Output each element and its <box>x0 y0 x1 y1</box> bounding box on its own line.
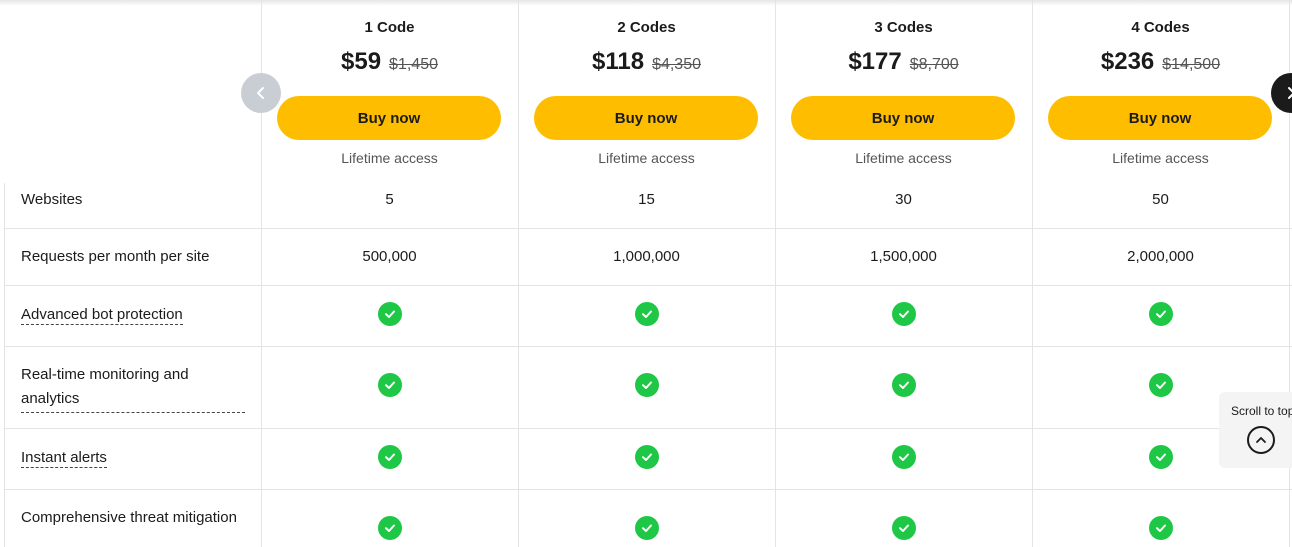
lifetime-access-label: Lifetime access <box>1112 150 1209 166</box>
chevron-left-icon <box>257 87 264 99</box>
plan-column-header: 2 Codes $118 $4,350 Buy now Lifetime acc… <box>518 0 775 183</box>
plan-name: 4 Codes <box>1131 19 1190 36</box>
price-line: $177 $8,700 <box>775 48 1032 76</box>
price: $59 <box>341 48 382 75</box>
buy-now-button[interactable]: Buy now <box>534 96 758 140</box>
check-circle-icon <box>1149 445 1173 469</box>
old-price: $14,500 <box>1162 56 1221 73</box>
price: $236 <box>1100 48 1155 75</box>
buy-now-button[interactable]: Buy now <box>791 96 1015 140</box>
plan-column-header: 1 Code $59 $1,450 Buy now Lifetime acces… <box>261 0 518 183</box>
check-circle-icon <box>1149 373 1173 397</box>
table-cell: 1,500,000 <box>870 248 937 265</box>
check-circle-icon <box>1149 516 1173 540</box>
check-circle-icon <box>378 373 402 397</box>
row-divider <box>4 228 1292 229</box>
buy-now-button[interactable]: Buy now <box>277 96 501 140</box>
table-cell: 30 <box>895 191 912 208</box>
old-price: $8,700 <box>909 56 959 73</box>
plan-column-header: 4 Codes $236 $14,500 Buy now Lifetime ac… <box>1032 0 1289 183</box>
chevron-right-icon <box>1288 87 1292 99</box>
scroll-to-top-label: Scroll to top <box>1231 404 1292 418</box>
tooltip-term[interactable]: Advanced bot protection <box>21 306 183 325</box>
row-divider <box>4 428 1292 429</box>
lifetime-access-label: Lifetime access <box>598 150 695 166</box>
table-cell: 5 <box>385 191 394 208</box>
check-circle-icon <box>378 516 402 540</box>
check-circle-icon <box>635 373 659 397</box>
scroll-to-top-button[interactable]: Scroll to top <box>1219 392 1292 468</box>
row-divider <box>4 285 1292 286</box>
price-line: $118 $4,350 <box>518 48 775 76</box>
check-circle-icon <box>378 445 402 469</box>
feature-label-alerts[interactable]: Instant alerts <box>21 446 251 470</box>
price: $118 <box>591 48 645 75</box>
table-cell: 50 <box>1152 191 1169 208</box>
feature-label-monitoring[interactable]: Real-time monitoring and analytics <box>21 363 251 413</box>
check-circle-icon <box>635 302 659 326</box>
plan-name: 2 Codes <box>617 19 676 36</box>
feature-label-requests: Requests per month per site <box>21 248 210 265</box>
tooltip-term[interactable]: Instant alerts <box>21 449 107 468</box>
lifetime-access-label: Lifetime access <box>855 150 952 166</box>
feature-label-threat-mitigation: Comprehensive threat mitigation <box>21 509 237 526</box>
old-price: $1,450 <box>389 56 438 73</box>
feature-label-bot-protection[interactable]: Advanced bot protection <box>21 303 251 327</box>
price: $177 <box>848 48 902 75</box>
table-cell: 500,000 <box>362 248 417 265</box>
plan-name: 1 Code <box>364 19 415 36</box>
check-circle-icon <box>892 445 916 469</box>
carousel-prev-button[interactable] <box>241 73 281 113</box>
check-circle-icon <box>635 445 659 469</box>
buy-now-button[interactable]: Buy now <box>1048 96 1272 140</box>
chevron-up-icon <box>1247 426 1275 454</box>
price-line: $236 $14,500 <box>1032 48 1289 76</box>
check-circle-icon <box>892 302 916 326</box>
table-cell: 15 <box>638 191 655 208</box>
table-cell: 2,000,000 <box>1127 248 1194 265</box>
check-circle-icon <box>635 516 659 540</box>
row-divider <box>4 346 1292 347</box>
check-circle-icon <box>378 302 402 326</box>
tooltip-term[interactable]: Real-time monitoring and analytics <box>21 363 245 413</box>
table-cell: 1,000,000 <box>613 248 680 265</box>
row-divider <box>4 489 1292 490</box>
feature-label-websites: Websites <box>21 191 83 208</box>
lifetime-access-label: Lifetime access <box>341 150 438 166</box>
plan-column-header: 3 Codes $177 $8,700 Buy now Lifetime acc… <box>775 0 1032 183</box>
table-left-border <box>4 183 5 547</box>
plan-name: 3 Codes <box>874 19 933 36</box>
price-line: $59 $1,450 <box>261 48 518 76</box>
check-circle-icon <box>892 516 916 540</box>
check-circle-icon <box>1149 302 1173 326</box>
check-circle-icon <box>892 373 916 397</box>
old-price: $4,350 <box>652 56 701 73</box>
